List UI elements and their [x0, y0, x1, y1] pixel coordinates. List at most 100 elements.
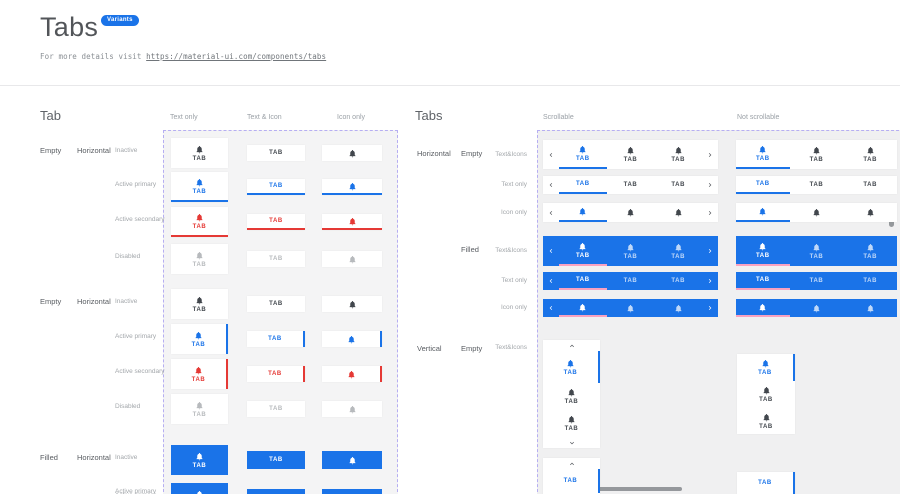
tab-item[interactable]: TAB — [607, 140, 655, 169]
tab-item[interactable]: TAB — [559, 176, 607, 194]
tab-cell[interactable] — [322, 401, 382, 417]
tab-cell[interactable] — [322, 179, 382, 195]
tab-item[interactable]: TAB — [736, 236, 790, 266]
tab-cell[interactable]: TAB — [247, 145, 305, 161]
tab-item[interactable]: TAB — [790, 176, 844, 194]
tab-item[interactable] — [654, 299, 702, 317]
bell-icon — [866, 243, 875, 252]
tab-item[interactable]: TAB — [737, 381, 795, 408]
tab-cell[interactable] — [322, 296, 382, 312]
tab-item[interactable]: TAB — [559, 140, 607, 169]
tab-cell[interactable]: TAB — [171, 289, 228, 319]
tab-item[interactable]: TAB — [736, 272, 790, 290]
scroll-right-button[interactable] — [702, 272, 718, 290]
tab-item[interactable]: TAB — [559, 236, 607, 266]
tab-cell[interactable]: TAB — [171, 138, 228, 168]
tab-item[interactable]: TAB — [654, 272, 702, 290]
tab-item[interactable] — [607, 299, 655, 317]
tab-item[interactable]: TAB — [790, 272, 844, 290]
tab-cell[interactable]: TAB — [171, 359, 228, 389]
tab-item[interactable] — [790, 203, 844, 222]
scroll-down-button[interactable] — [543, 437, 600, 448]
scroll-left-button[interactable] — [543, 140, 559, 169]
bell-icon — [866, 304, 875, 313]
tab-item[interactable] — [843, 299, 897, 317]
tab-item[interactable]: TAB — [543, 351, 600, 383]
tab-item[interactable]: TAB — [543, 383, 600, 410]
tab-item[interactable] — [654, 203, 702, 222]
scroll-right-button[interactable] — [702, 203, 718, 222]
tab-cell[interactable]: TAB — [247, 296, 305, 312]
not-scrollable-tabs-bar — [736, 203, 897, 222]
tab-text: TAB — [192, 342, 206, 348]
tab-cell[interactable]: TAB — [247, 401, 305, 417]
tab-cell[interactable]: TAB — [247, 214, 305, 230]
scroll-left-button[interactable] — [543, 299, 559, 317]
tab-text: TAB — [671, 157, 685, 163]
tab-item[interactable]: TAB — [737, 354, 795, 381]
tab-cell[interactable]: TAB — [247, 251, 305, 267]
tab-item[interactable] — [559, 299, 607, 317]
tab-item[interactable]: TAB — [843, 176, 897, 194]
tab-cell[interactable] — [322, 366, 382, 382]
scroll-up-button[interactable] — [543, 458, 600, 469]
details-link[interactable]: https://material-ui.com/components/tabs — [146, 52, 326, 61]
tab-item[interactable] — [736, 203, 790, 222]
tab-item[interactable]: TAB — [737, 472, 795, 494]
scroll-left-button[interactable] — [543, 272, 559, 290]
tab-item[interactable]: TAB — [736, 140, 790, 169]
tab-cell[interactable] — [322, 451, 382, 469]
tab-item[interactable] — [843, 203, 897, 222]
tab-cell[interactable]: TAB — [247, 331, 305, 347]
tab-item[interactable]: TAB — [654, 236, 702, 266]
tab-item[interactable]: TAB — [843, 272, 897, 290]
tab-cell[interactable]: TAB — [171, 324, 228, 354]
tab-item[interactable]: TAB — [654, 176, 702, 194]
tab-item[interactable]: TAB — [543, 469, 600, 493]
tab-text: TAB — [269, 218, 283, 224]
tab-item[interactable] — [736, 299, 790, 317]
tab-cell[interactable]: TAB — [171, 483, 228, 494]
scroll-right-button[interactable] — [702, 176, 718, 194]
tab-text: TAB — [759, 397, 773, 403]
tab-text: TAB — [671, 254, 685, 260]
tab-item[interactable]: TAB — [654, 140, 702, 169]
tab-cell[interactable]: TAB — [171, 244, 228, 274]
scroll-right-button[interactable] — [702, 140, 718, 169]
scroll-left-button[interactable] — [543, 203, 559, 222]
tab-cell[interactable]: TAB — [171, 394, 228, 424]
tab-item[interactable]: TAB — [607, 236, 655, 266]
tab-cell[interactable] — [322, 489, 382, 494]
tab-item[interactable]: TAB — [790, 140, 844, 169]
tab-cell[interactable]: TAB — [247, 489, 305, 494]
tab-item[interactable]: TAB — [843, 140, 897, 169]
scroll-right-button[interactable] — [702, 299, 718, 317]
tab-item[interactable]: TAB — [843, 236, 897, 266]
tab-cell[interactable]: TAB — [171, 207, 228, 237]
bell-icon — [762, 413, 771, 422]
scroll-left-button[interactable] — [543, 176, 559, 194]
tab-item[interactable]: TAB — [790, 236, 844, 266]
tab-cell[interactable] — [322, 251, 382, 267]
tab-cell[interactable]: TAB — [171, 445, 228, 475]
tab-item[interactable] — [790, 299, 844, 317]
tab-cell[interactable]: TAB — [247, 179, 305, 195]
tab-cell[interactable]: TAB — [247, 366, 305, 382]
tab-item[interactable] — [559, 203, 607, 222]
tab-item[interactable]: TAB — [736, 176, 790, 194]
tab-item[interactable]: TAB — [559, 272, 607, 290]
tab-item[interactable]: TAB — [607, 176, 655, 194]
tab-item[interactable] — [607, 203, 655, 222]
tab-cell[interactable] — [322, 214, 382, 230]
tab-item[interactable]: TAB — [543, 410, 600, 437]
tab-cell[interactable]: TAB — [247, 451, 305, 469]
scroll-right-button[interactable] — [702, 236, 718, 266]
scroll-up-button[interactable] — [543, 340, 600, 351]
tab-cell[interactable] — [322, 145, 382, 161]
tab-text: TAB — [758, 480, 772, 486]
tab-cell[interactable] — [322, 331, 382, 347]
tab-item[interactable]: TAB — [737, 408, 795, 434]
tab-item[interactable]: TAB — [607, 272, 655, 290]
scroll-left-button[interactable] — [543, 236, 559, 266]
tab-cell[interactable]: TAB — [171, 172, 228, 202]
